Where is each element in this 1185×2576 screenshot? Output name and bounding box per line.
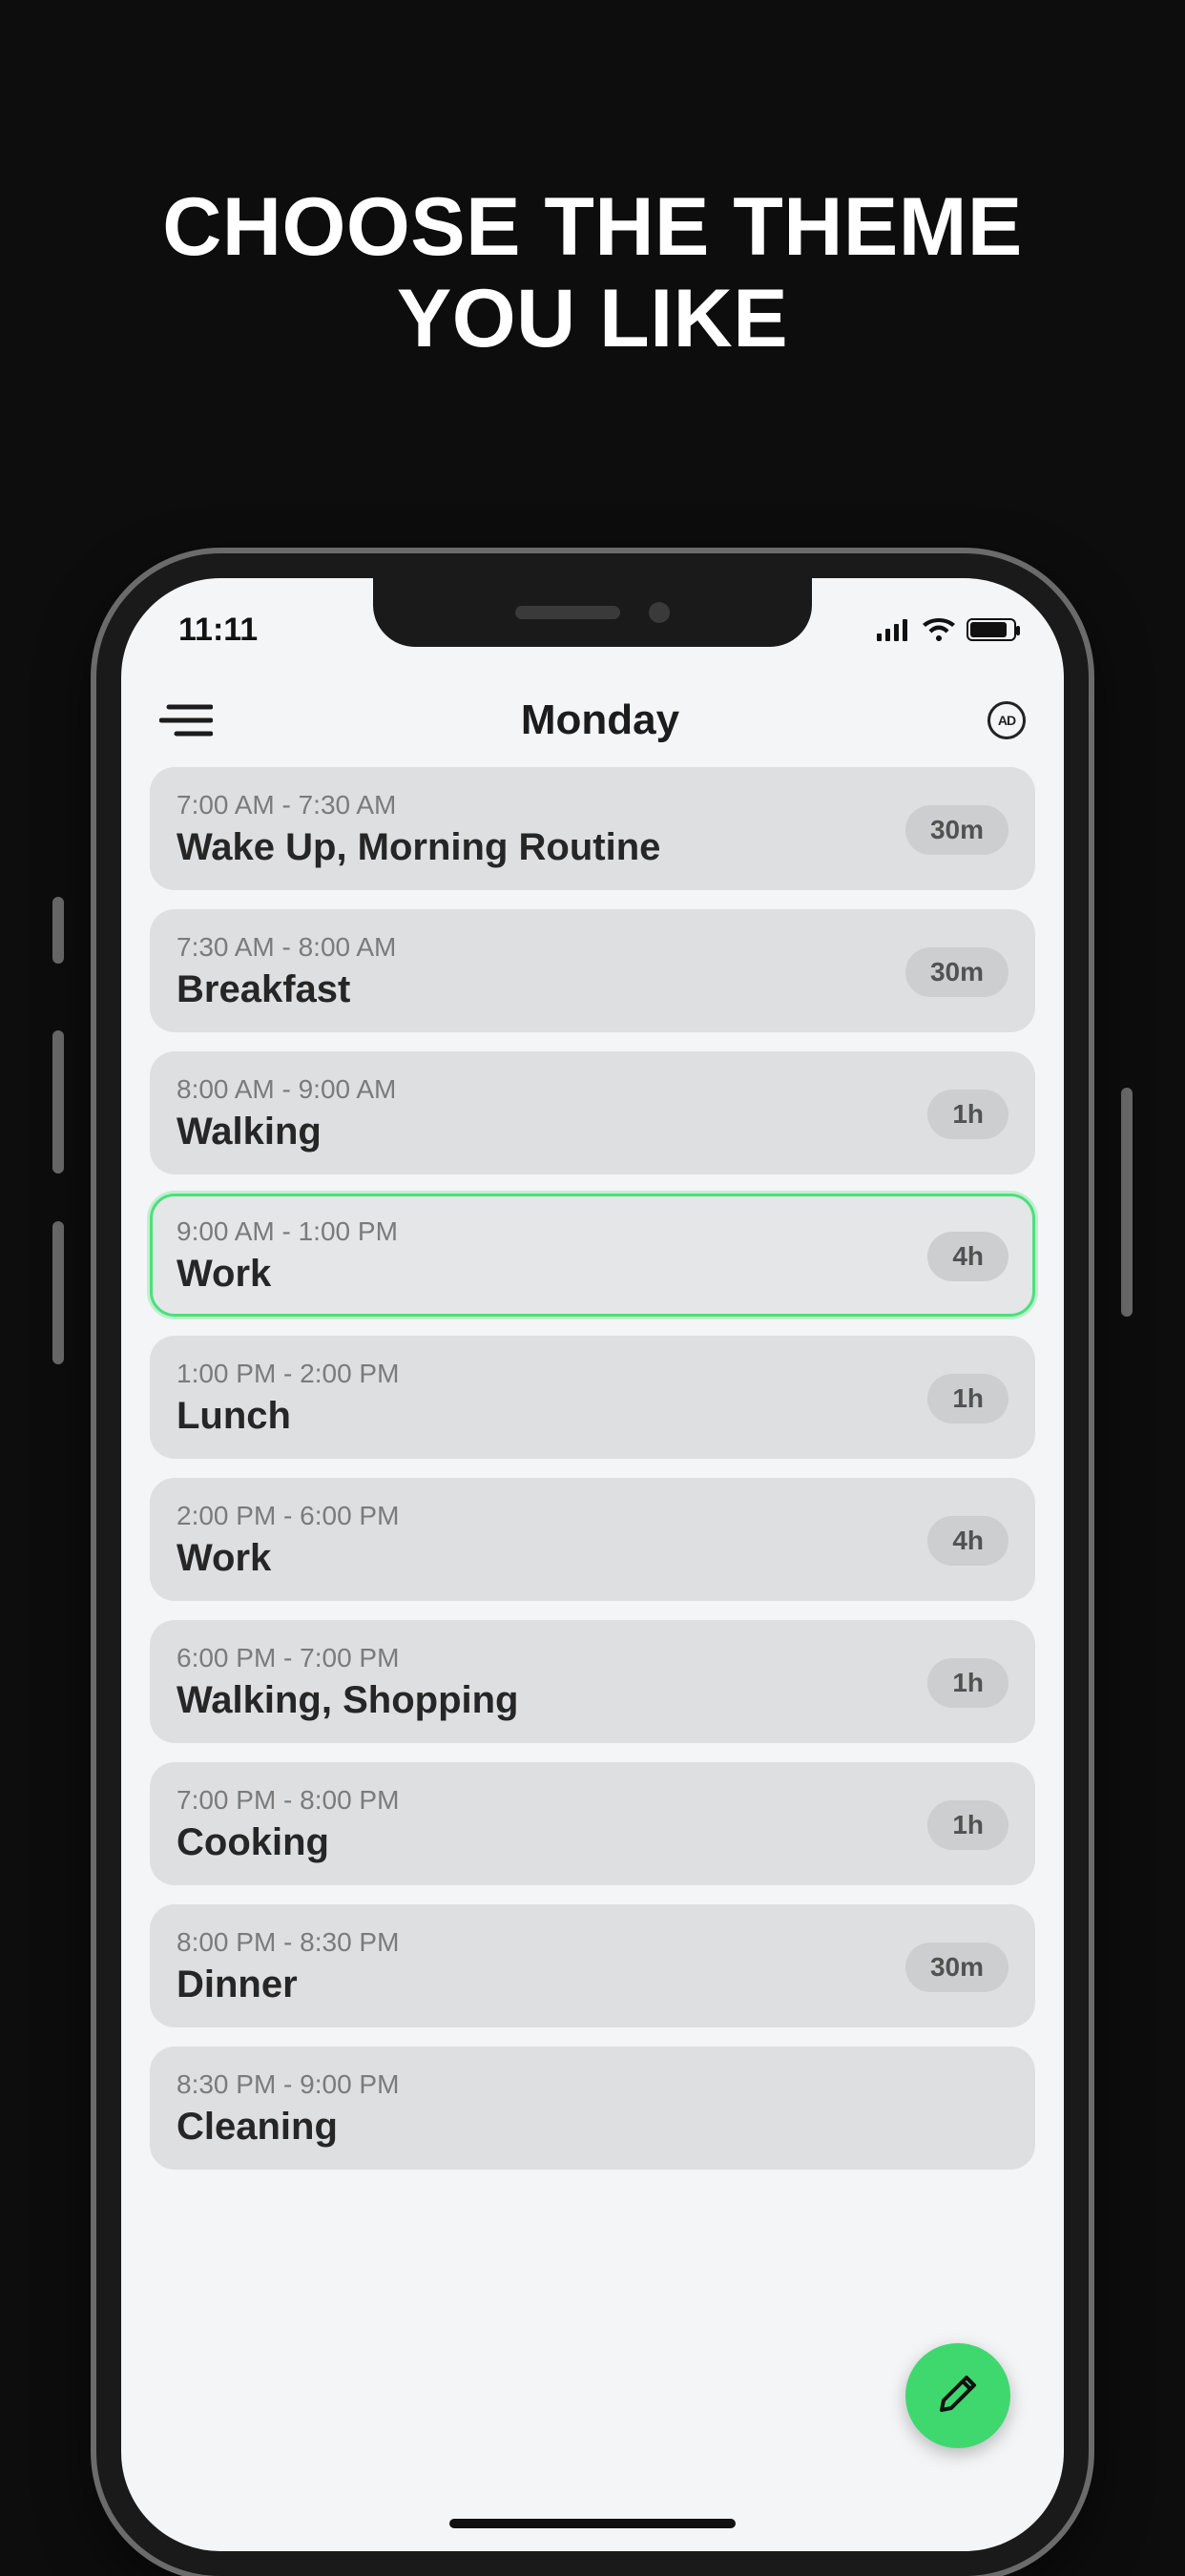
schedule-item[interactable]: 9:00 AM - 1:00 PM Work 4h bbox=[150, 1194, 1035, 1317]
schedule-item[interactable]: 7:30 AM - 8:00 AM Breakfast 30m bbox=[150, 909, 1035, 1032]
schedule-item[interactable]: 7:00 PM - 8:00 PM Cooking 1h bbox=[150, 1762, 1035, 1885]
status-time: 11:11 bbox=[178, 612, 258, 649]
time-range: 7:00 PM - 8:00 PM bbox=[177, 1785, 399, 1816]
time-range: 7:30 AM - 8:00 AM bbox=[177, 932, 396, 963]
wifi-icon bbox=[923, 618, 955, 641]
time-range: 2:00 PM - 6:00 PM bbox=[177, 1501, 399, 1531]
schedule-list[interactable]: 7:00 AM - 7:30 AM Wake Up, Morning Routin… bbox=[121, 767, 1064, 2170]
day-title: Monday bbox=[521, 696, 679, 744]
time-range: 8:00 PM - 8:30 PM bbox=[177, 1927, 399, 1958]
time-range: 8:00 AM - 9:00 AM bbox=[177, 1074, 396, 1105]
time-range: 7:00 AM - 7:30 AM bbox=[177, 790, 660, 821]
front-camera bbox=[649, 602, 670, 623]
task-title: Walking, Shopping bbox=[177, 1679, 518, 1722]
task-title: Work bbox=[177, 1253, 398, 1296]
schedule-item[interactable]: 8:00 PM - 8:30 PM Dinner 30m bbox=[150, 1904, 1035, 2027]
schedule-item[interactable]: 2:00 PM - 6:00 PM Work 4h bbox=[150, 1478, 1035, 1601]
time-range: 6:00 PM - 7:00 PM bbox=[177, 1643, 518, 1673]
battery-icon bbox=[967, 618, 1016, 641]
pencil-icon bbox=[936, 2372, 980, 2420]
task-title: Breakfast bbox=[177, 968, 396, 1011]
cellular-signal-icon bbox=[877, 618, 911, 641]
duration-pill: 1h bbox=[927, 1374, 1008, 1423]
duration-pill: 1h bbox=[927, 1658, 1008, 1708]
speaker-grille bbox=[515, 606, 620, 619]
task-title: Walking bbox=[177, 1111, 396, 1153]
headline-line-1: CHOOSE THE THEME bbox=[162, 181, 1023, 273]
schedule-item[interactable]: 1:00 PM - 2:00 PM Lunch 1h bbox=[150, 1336, 1035, 1459]
time-range: 1:00 PM - 2:00 PM bbox=[177, 1359, 399, 1389]
home-indicator[interactable] bbox=[449, 2519, 736, 2528]
task-title: Wake Up, Morning Routine bbox=[177, 826, 660, 869]
schedule-item[interactable]: 8:00 AM - 9:00 AM Walking 1h bbox=[150, 1051, 1035, 1174]
mute-switch bbox=[52, 897, 64, 964]
app-header: Monday AD bbox=[121, 654, 1064, 767]
phone-mockup: 11:11 Monday AD 7:00 AM - 7:30 AM Wake Up… bbox=[96, 553, 1089, 2576]
duration-pill: 4h bbox=[927, 1232, 1008, 1281]
promo-headline: CHOOSE THE THEME YOU LIKE bbox=[0, 0, 1185, 365]
schedule-item[interactable]: 7:00 AM - 7:30 AM Wake Up, Morning Routin… bbox=[150, 767, 1035, 890]
volume-up-button bbox=[52, 1030, 64, 1174]
schedule-item[interactable]: 8:30 PM - 9:00 PM Cleaning bbox=[150, 2046, 1035, 2170]
task-title: Cleaning bbox=[177, 2106, 399, 2149]
duration-pill: 4h bbox=[927, 1516, 1008, 1566]
duration-pill: 30m bbox=[905, 947, 1008, 997]
task-title: Dinner bbox=[177, 1963, 399, 2006]
edit-fab-button[interactable] bbox=[905, 2343, 1010, 2448]
device-notch bbox=[373, 578, 812, 647]
duration-pill: 1h bbox=[927, 1800, 1008, 1850]
menu-icon[interactable] bbox=[159, 701, 213, 739]
task-title: Cooking bbox=[177, 1821, 399, 1864]
duration-pill: 30m bbox=[905, 805, 1008, 855]
duration-pill: 1h bbox=[927, 1090, 1008, 1139]
duration-pill: 30m bbox=[905, 1942, 1008, 1992]
time-range: 9:00 AM - 1:00 PM bbox=[177, 1216, 398, 1247]
volume-down-button bbox=[52, 1221, 64, 1364]
headline-line-2: YOU LIKE bbox=[397, 273, 788, 364]
power-button bbox=[1121, 1088, 1133, 1317]
task-title: Lunch bbox=[177, 1395, 399, 1438]
schedule-item[interactable]: 6:00 PM - 7:00 PM Walking, Shopping 1h bbox=[150, 1620, 1035, 1743]
ad-badge-icon[interactable]: AD bbox=[988, 701, 1026, 739]
time-range: 8:30 PM - 9:00 PM bbox=[177, 2069, 399, 2100]
task-title: Work bbox=[177, 1537, 399, 1580]
